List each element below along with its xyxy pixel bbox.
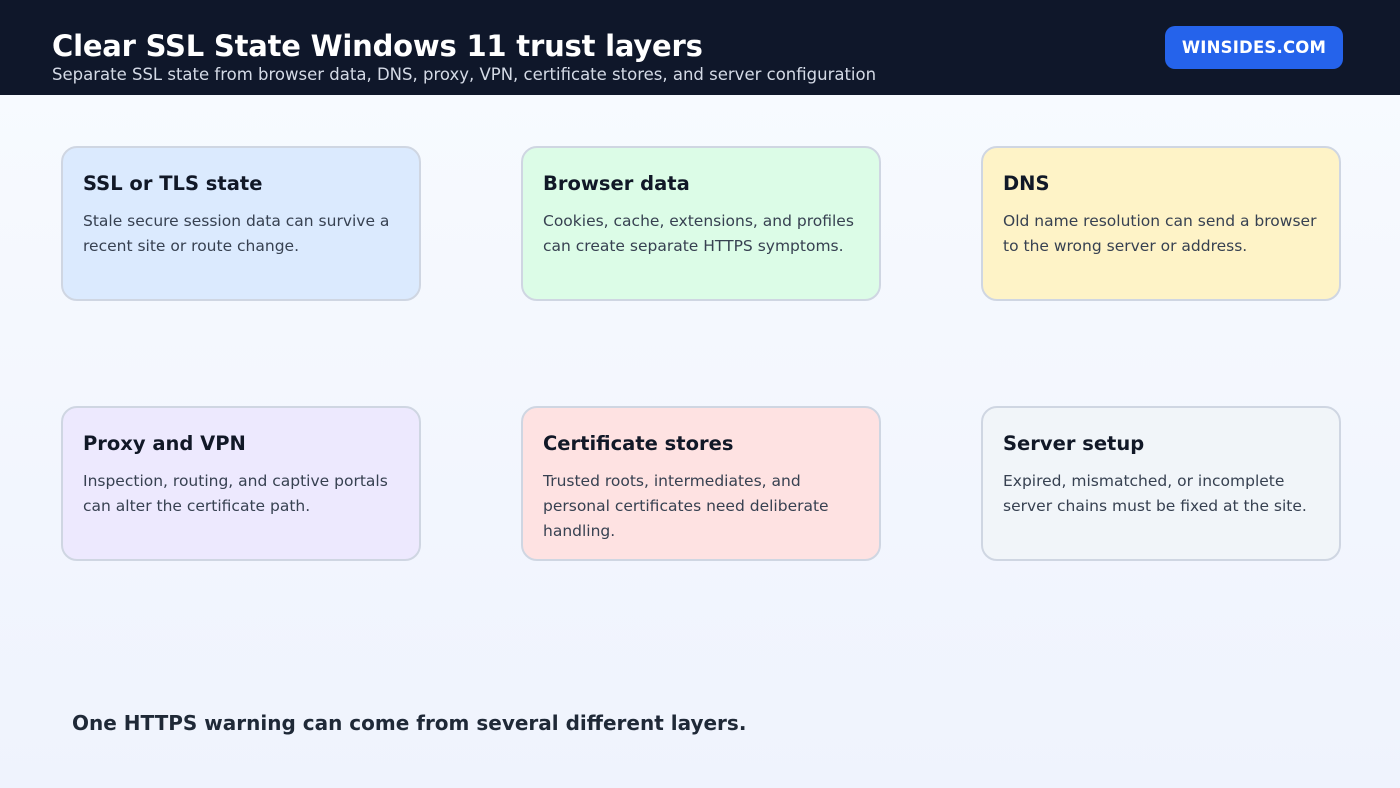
card-title: SSL or TLS state bbox=[83, 172, 263, 195]
card-ssl-tls-state: SSL or TLS state Stale secure session da… bbox=[61, 146, 421, 301]
card-body: Cookies, cache, extensions, and profiles… bbox=[543, 212, 854, 255]
header-bar: Clear SSL State Windows 11 trust layers … bbox=[0, 0, 1400, 95]
page-subtitle: Separate SSL state from browser data, DN… bbox=[52, 65, 877, 84]
brand-badge[interactable]: WINSIDES.COM bbox=[1165, 26, 1343, 69]
page-title: Clear SSL State Windows 11 trust layers bbox=[52, 29, 703, 63]
card-body: Inspection, routing, and captive portals… bbox=[83, 472, 388, 515]
card-title: Browser data bbox=[543, 172, 690, 195]
card-title: DNS bbox=[1003, 172, 1050, 195]
card-title: Proxy and VPN bbox=[83, 432, 246, 455]
card-dns: DNS Old name resolution can send a brows… bbox=[981, 146, 1341, 301]
card-title: Certificate stores bbox=[543, 432, 734, 455]
card-browser-data: Browser data Cookies, cache, extensions,… bbox=[521, 146, 881, 301]
card-body: Trusted roots, intermediates, and person… bbox=[543, 472, 829, 540]
card-proxy-vpn: Proxy and VPN Inspection, routing, and c… bbox=[61, 406, 421, 561]
card-body: Expired, mismatched, or incomplete serve… bbox=[1003, 472, 1307, 515]
card-title: Server setup bbox=[1003, 432, 1145, 455]
card-server-setup: Server setup Expired, mismatched, or inc… bbox=[981, 406, 1341, 561]
card-certificate-stores: Certificate stores Trusted roots, interm… bbox=[521, 406, 881, 561]
footer-note: One HTTPS warning can come from several … bbox=[72, 711, 747, 735]
card-body: Stale secure session data can survive a … bbox=[83, 212, 390, 255]
card-body: Old name resolution can send a browser t… bbox=[1003, 212, 1317, 255]
